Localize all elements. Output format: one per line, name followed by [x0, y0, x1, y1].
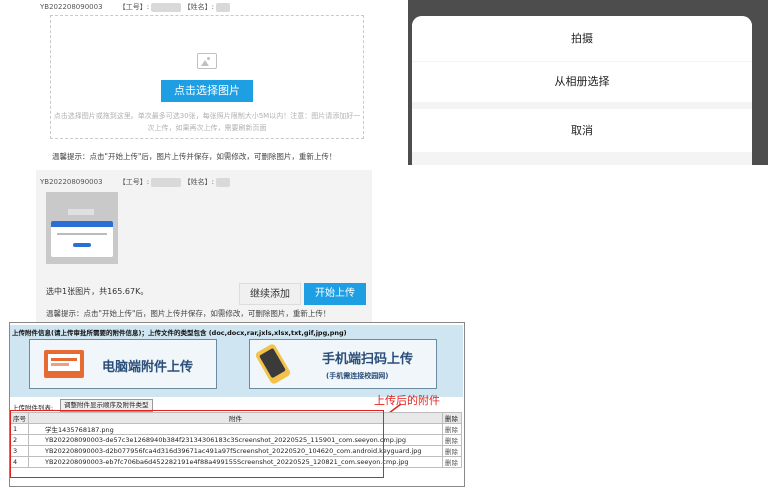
name-redacted [216, 2, 231, 12]
upload-warning: 温馨提示：点击"开始上传"后，图片上传并保存，如需修改，可删除图片，重新上传！ [52, 152, 337, 161]
row-delete[interactable]: 删除 [442, 445, 462, 457]
name-label: 【姓名】: [183, 3, 214, 11]
action-choose-album[interactable]: 从相册选择 [412, 62, 752, 102]
record-header: YB202208090003 【工号】: 【姓名】: [40, 2, 231, 12]
upload-hint: 点击选择图片或拖到这里。单次最多可选30张，每张照片限制大小5M以内！注意：图片… [53, 112, 361, 132]
pc-upload-label: 电脑端附件上传 [102, 360, 194, 375]
image-placeholder-icon [197, 53, 217, 69]
pc-upload-button[interactable]: 电脑端附件上传 [29, 339, 217, 389]
work-no-label-2: 【工号】: [118, 178, 150, 186]
continue-add-button[interactable]: 继续添加 [239, 283, 301, 305]
name-redacted-2 [216, 177, 231, 187]
action-cancel[interactable]: 取消 [412, 109, 752, 152]
mobile-upload-label: 手机端扫码上传 [322, 352, 414, 367]
record-header-2: YB202208090003 【工号】: 【姓名】: [40, 177, 231, 187]
computer-icon [44, 350, 84, 378]
row-delete[interactable]: 删除 [442, 434, 462, 446]
record-id-2: YB202208090003 [40, 178, 103, 186]
work-no-redacted [151, 2, 182, 12]
annotation-highlight-box [10, 410, 384, 478]
name-label-2: 【姓名】: [183, 178, 214, 186]
row-delete[interactable]: 删除 [442, 456, 462, 468]
action-shoot[interactable]: 拍摄 [412, 16, 752, 61]
phone-scan-icon [254, 342, 292, 386]
row-delete[interactable]: 删除 [442, 423, 462, 435]
mobile-upload-sublabel: (手机需连接校园网) [326, 372, 389, 380]
upload-warning-2: 温馨提示：点击"开始上传"后，图片上传并保存，如需修改，可删除图片，重新上传！ [46, 309, 331, 318]
attachment-info: 上传附件信息(请上传审批所需要的附件信息)；上传文件的类型包含 (doc,doc… [12, 329, 347, 337]
record-id: YB202208090003 [40, 3, 103, 11]
start-upload-button[interactable]: 开始上传 [304, 283, 366, 305]
selection-summary: 选中1张图片，共165.67K。 [46, 287, 149, 296]
col-delete: 删除 [442, 412, 462, 424]
mobile-upload-button[interactable]: 手机端扫码上传 (手机需连接校园网) [249, 339, 437, 389]
image-thumbnail[interactable] [46, 192, 118, 264]
work-no-label: 【工号】: [118, 3, 150, 11]
work-no-redacted-2 [151, 177, 182, 187]
select-image-button[interactable]: 点击选择图片 [161, 80, 253, 102]
